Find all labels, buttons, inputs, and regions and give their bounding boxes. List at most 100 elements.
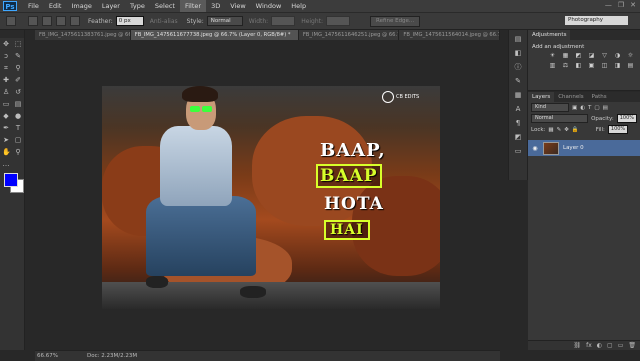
pen-icon[interactable]: ✒ bbox=[2, 124, 10, 132]
antialias-checkbox[interactable]: Anti-alias bbox=[150, 18, 178, 25]
move-tool-icon[interactable]: ✥ bbox=[2, 40, 10, 48]
photo-filter-icon[interactable]: ⚖ bbox=[561, 62, 570, 70]
hand-icon[interactable]: ✋ bbox=[2, 148, 11, 156]
intersect-selection-icon[interactable] bbox=[70, 16, 80, 26]
width-input[interactable] bbox=[271, 16, 296, 26]
zoom-icon[interactable]: ⚲ bbox=[14, 148, 22, 156]
trash-icon[interactable]: 🗑 bbox=[628, 341, 636, 350]
workspace-select[interactable]: Photography bbox=[565, 16, 628, 25]
filter-adjust-icon[interactable]: ◐ bbox=[580, 105, 585, 111]
document-image[interactable]: CB EDITS BAAP, BAAP HOTA HAI bbox=[102, 86, 440, 309]
filter-type-icon[interactable]: T bbox=[588, 105, 591, 111]
link-layers-icon[interactable]: ⛓ bbox=[573, 341, 581, 350]
tab-paths[interactable]: Paths bbox=[588, 92, 611, 102]
layer-name[interactable]: Layer 0 bbox=[563, 145, 584, 151]
lasso-icon[interactable]: ↄ bbox=[2, 52, 10, 60]
layer-row[interactable]: ◉ Layer 0 bbox=[528, 140, 640, 156]
menu-select[interactable]: Select bbox=[150, 0, 180, 12]
lock-all-icon[interactable]: 🔒 bbox=[572, 127, 579, 133]
invert-icon[interactable]: ◫ bbox=[600, 62, 609, 70]
filter-shape-icon[interactable]: ▢ bbox=[594, 105, 599, 111]
menu-layer[interactable]: Layer bbox=[97, 0, 125, 12]
type-icon[interactable]: T bbox=[14, 124, 22, 132]
menu-3d[interactable]: 3D bbox=[206, 0, 225, 12]
properties-icon[interactable]: ◧ bbox=[513, 49, 523, 58]
kind-filter-select[interactable]: Kind bbox=[531, 103, 569, 112]
filter-smart-icon[interactable]: ▤ bbox=[603, 105, 608, 111]
vibrance-icon[interactable]: ▽ bbox=[600, 52, 609, 60]
feather-input[interactable]: 0 px bbox=[115, 16, 144, 26]
subtract-selection-icon[interactable] bbox=[56, 16, 66, 26]
info-icon[interactable]: ⓘ bbox=[513, 63, 523, 72]
brush-icon[interactable]: ✐ bbox=[14, 76, 22, 84]
exposure-icon[interactable]: ◪ bbox=[587, 52, 596, 60]
color-lookup-icon[interactable]: ▣ bbox=[587, 62, 596, 70]
doc-tab-active[interactable]: FB_IMG_1475611677738.jpeg @ 66.7% (Layer… bbox=[130, 30, 299, 40]
history-icon[interactable]: ▤ bbox=[513, 35, 523, 44]
mask-icon[interactable]: ▢ bbox=[607, 341, 613, 350]
hue-saturation-icon[interactable]: ◑ bbox=[613, 52, 622, 60]
menu-filter[interactable]: Filter bbox=[179, 0, 207, 12]
fill-input[interactable]: 100% bbox=[607, 125, 629, 134]
channel-mixer-icon[interactable]: ◧ bbox=[574, 62, 583, 70]
blur-icon[interactable]: ◆ bbox=[2, 112, 10, 120]
quick-select-icon[interactable]: ✎ bbox=[14, 52, 22, 60]
new-layer-icon[interactable]: ▭ bbox=[618, 341, 624, 350]
filter-pixel-icon[interactable]: ▣ bbox=[572, 105, 577, 111]
styles-icon[interactable]: ◩ bbox=[513, 133, 523, 142]
menu-type[interactable]: Type bbox=[125, 0, 150, 12]
adjustment-layer-icon[interactable]: ◐ bbox=[597, 341, 602, 350]
visibility-eye-icon[interactable]: ◉ bbox=[531, 145, 539, 152]
foreground-color-swatch[interactable] bbox=[4, 173, 18, 187]
new-selection-icon[interactable] bbox=[28, 16, 38, 26]
path-select-icon[interactable]: ➤ bbox=[2, 136, 10, 144]
history-brush-icon[interactable]: ↺ bbox=[14, 88, 22, 96]
menu-view[interactable]: View bbox=[225, 0, 250, 12]
tab-adjustments[interactable]: Adjustments bbox=[528, 30, 571, 40]
style-select[interactable]: Normal bbox=[206, 16, 243, 26]
layer-style-icon[interactable]: fx bbox=[586, 341, 592, 350]
menu-file[interactable]: File bbox=[23, 0, 44, 12]
menu-window[interactable]: Window bbox=[251, 0, 287, 12]
clone-stamp-icon[interactable]: ♙ bbox=[2, 88, 10, 96]
blend-mode-select[interactable]: Normal bbox=[531, 114, 589, 123]
refine-edge-button[interactable]: Refine Edge... bbox=[370, 15, 421, 27]
height-input[interactable] bbox=[326, 16, 351, 26]
black-white-icon[interactable]: ▥ bbox=[548, 62, 557, 70]
curves-icon[interactable]: ◩ bbox=[574, 52, 583, 60]
lock-position-icon[interactable]: ✥ bbox=[564, 127, 569, 133]
paragraph-icon[interactable]: ¶ bbox=[513, 119, 523, 128]
swatches-icon[interactable]: ▦ bbox=[513, 91, 523, 100]
healing-icon[interactable]: ✚ bbox=[2, 76, 10, 84]
tab-layers[interactable]: Layers bbox=[528, 92, 555, 102]
minimize-icon[interactable]: — bbox=[605, 1, 612, 9]
shape-icon[interactable]: ▢ bbox=[14, 136, 22, 144]
more-tools-icon[interactable]: … bbox=[2, 160, 10, 168]
eraser-icon[interactable]: ▭ bbox=[2, 100, 10, 108]
menu-help[interactable]: Help bbox=[286, 0, 311, 12]
gradient-map-icon[interactable]: ▤ bbox=[626, 62, 635, 70]
timeline-icon[interactable]: ▭ bbox=[513, 147, 523, 156]
brush-presets-icon[interactable]: ✎ bbox=[513, 77, 523, 86]
lock-pixels-icon[interactable]: ▦ bbox=[548, 127, 553, 133]
tab-channels[interactable]: Channels bbox=[554, 92, 587, 102]
menu-image[interactable]: Image bbox=[66, 0, 96, 12]
posterize-icon[interactable]: ◨ bbox=[613, 62, 622, 70]
marquee-icon[interactable]: ⬚ bbox=[14, 40, 22, 48]
levels-icon[interactable]: ▦ bbox=[561, 52, 570, 60]
lock-paint-icon[interactable]: ✎ bbox=[557, 127, 562, 133]
brightness-icon[interactable]: ☀ bbox=[548, 52, 557, 60]
menu-edit[interactable]: Edit bbox=[44, 0, 67, 12]
doc-tab-4[interactable]: FB_IMG_1475611564014.jpeg @ 66.7%... bbox=[399, 30, 500, 40]
add-selection-icon[interactable] bbox=[42, 16, 52, 26]
eyedropper-icon[interactable]: ⚲ bbox=[14, 64, 22, 72]
doc-tab-1[interactable]: FB_IMG_1475611383761.jpeg @ 66.7% ... bbox=[35, 30, 131, 40]
crop-icon[interactable]: ⌗ bbox=[2, 64, 10, 72]
dodge-icon[interactable]: ● bbox=[14, 112, 22, 120]
restore-icon[interactable]: ❐ bbox=[618, 1, 624, 9]
character-icon[interactable]: A bbox=[513, 105, 523, 114]
marquee-tool-icon[interactable] bbox=[6, 16, 16, 26]
color-balance-icon[interactable]: ☼ bbox=[626, 52, 635, 60]
doc-tab-3[interactable]: FB_IMG_1475611646251.jpeg @ 66.7%... bbox=[298, 30, 400, 40]
close-icon[interactable]: ✕ bbox=[630, 1, 636, 9]
